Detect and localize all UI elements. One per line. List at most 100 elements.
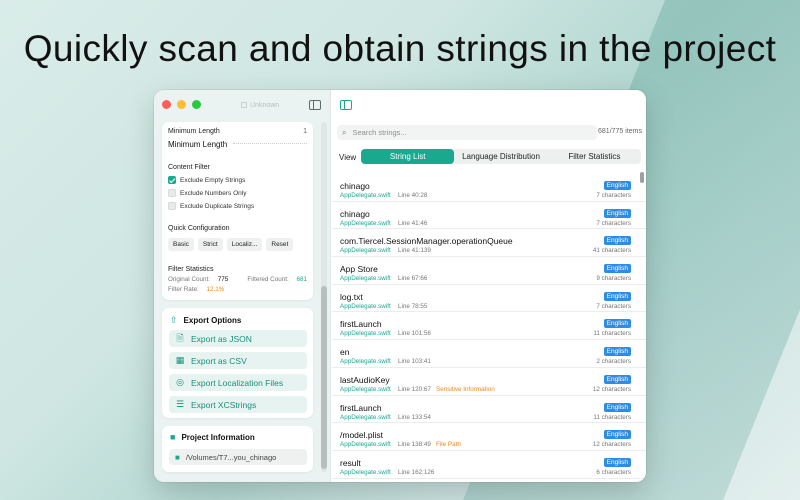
tab-language-distribution[interactable]: Language Distribution xyxy=(454,149,547,164)
export-json-button[interactable]: 🗎 Export as JSON xyxy=(169,330,307,347)
string-value: chinago xyxy=(340,208,370,219)
check-exclude-duplicates[interactable]: Exclude Duplicate Strings xyxy=(168,202,254,210)
main-panel: ⌕ Search strings... 681/775 items View S… xyxy=(332,90,646,482)
list-item[interactable]: firstLaunch AppDelegate.swift Line 133:54 E… xyxy=(332,396,646,424)
export-xcstrings-button[interactable]: ☰ Export XCStrings xyxy=(169,396,307,413)
char-count: 12 characters xyxy=(592,441,631,449)
string-value: App Store xyxy=(340,264,378,275)
window-controls xyxy=(162,100,201,109)
globe-icon: ◎ xyxy=(176,377,184,387)
app-window: Unknown Minimum Length 1 Minimum Length … xyxy=(154,90,646,482)
export-csv-button[interactable]: ▦ Export as CSV xyxy=(169,352,307,369)
project-path: /Volumes/T7...you_chinago xyxy=(185,452,277,462)
file-name: AppDelegate.swift xyxy=(340,275,391,283)
char-count: 2 characters xyxy=(596,358,631,366)
checkbox-unchecked-icon[interactable] xyxy=(168,202,176,210)
file-name: AppDelegate.swift xyxy=(340,413,391,421)
line-number: Line 41:46 xyxy=(398,219,428,227)
min-length-slider[interactable] xyxy=(233,143,307,146)
list-item[interactable]: chinago AppDelegate.swift Line 40:28 Englis… xyxy=(332,174,646,202)
search-input[interactable]: ⌕ Search strings... xyxy=(337,125,597,140)
project-card: ■ Project Information ■ /Volumes/T7...yo… xyxy=(162,426,313,472)
char-count: 7 characters xyxy=(596,302,631,310)
language-badge: English xyxy=(603,264,631,274)
export-share-icon: ⇧ xyxy=(170,315,178,325)
min-length-small-label: Minimum Length xyxy=(168,128,220,135)
search-placeholder: Search strings... xyxy=(352,128,407,137)
check-label: Exclude Numbers Only xyxy=(180,189,247,197)
file-name: AppDelegate.swift xyxy=(340,468,391,476)
line-number: Line 67:66 xyxy=(398,275,428,283)
sidebar-scroll-thumb[interactable] xyxy=(321,286,327,469)
quick-reset-button[interactable]: Reset xyxy=(266,238,294,251)
string-value: firstLaunch xyxy=(340,402,382,413)
line-number: Line 101:56 xyxy=(398,330,431,338)
export-localization-button[interactable]: ◎ Export Localization Files xyxy=(169,374,307,391)
list-item[interactable]: en AppDelegate.swift Line 103:41 English 2 c… xyxy=(332,340,646,368)
list-item[interactable]: log.txt AppDelegate.swift Line 78:55 Englis… xyxy=(332,285,646,313)
char-count: 9 characters xyxy=(596,275,631,283)
original-count-label: Original Count: xyxy=(168,276,210,283)
string-value: firstLaunch xyxy=(340,319,382,330)
list-item[interactable]: /model.plist AppDelegate.swift Line 138:49… xyxy=(332,423,646,451)
list-scroll-thumb[interactable] xyxy=(640,172,644,183)
list-item[interactable]: App Store AppDelegate.swift Line 67:66 Engl… xyxy=(332,257,646,285)
file-name: AppDelegate.swift xyxy=(340,385,391,393)
view-segmented-control[interactable]: String List Language Distribution Filter… xyxy=(361,149,641,164)
sidebar-toggle-icon[interactable] xyxy=(340,100,352,110)
line-number: Line 133:54 xyxy=(398,413,431,421)
ghost-unknown-label: Unknown xyxy=(250,102,280,109)
string-list: chinago AppDelegate.swift Line 40:28 Englis… xyxy=(332,174,646,479)
string-value: en xyxy=(340,347,350,358)
language-badge: English xyxy=(603,208,631,218)
file-name: AppDelegate.swift xyxy=(340,358,391,366)
string-tag: File Path xyxy=(436,441,461,449)
language-badge: English xyxy=(603,402,631,412)
folder-icon: ■ xyxy=(175,452,180,462)
line-number: Line 40:28 xyxy=(398,192,428,199)
checkbox-checked-icon[interactable] xyxy=(168,176,176,184)
filter-card: Minimum Length 1 Minimum Length Content … xyxy=(162,122,313,300)
view-label: View xyxy=(339,153,357,162)
min-length-label: Minimum Length xyxy=(168,140,228,149)
check-exclude-empty[interactable]: Exclude Empty Strings xyxy=(168,176,254,184)
language-badge: English xyxy=(603,319,631,329)
project-path-field[interactable]: ■ /Volumes/T7...you_chinago xyxy=(169,449,307,465)
list-item[interactable]: chinago AppDelegate.swift Line 41:46 Englis… xyxy=(332,202,646,230)
sidebar: Unknown Minimum Length 1 Minimum Length … xyxy=(154,90,331,482)
zoom-button[interactable] xyxy=(192,100,201,109)
language-badge: English xyxy=(603,181,631,190)
close-button[interactable] xyxy=(162,100,171,109)
ghost-unknown-option: Unknown xyxy=(241,102,279,109)
tab-string-list[interactable]: String List xyxy=(361,149,455,164)
line-number: Line 78:55 xyxy=(398,302,428,310)
export-csv-label: Export as CSV xyxy=(191,355,247,366)
min-length-value: 1 xyxy=(303,128,307,135)
quick-localize-button[interactable]: Localiz... xyxy=(226,238,263,251)
check-label: Exclude Duplicate Strings xyxy=(180,202,255,210)
export-card: ⇧ Export Options 🗎 Export as JSON ▦ Expo… xyxy=(162,308,313,418)
list-item[interactable]: lastAudioKey AppDelegate.swift Line 120:67… xyxy=(332,368,646,396)
string-value: com.Tiercel.SessionManager.operationQueu… xyxy=(340,236,513,247)
string-value: /model.plist xyxy=(340,430,383,441)
list-item[interactable]: firstLaunch AppDelegate.swift Line 101:56 E… xyxy=(332,312,646,341)
sidebar-toggle-icon[interactable] xyxy=(309,100,321,110)
language-badge: English xyxy=(603,430,631,440)
filter-stats-title: Filter Statistics xyxy=(168,266,214,273)
check-exclude-numbers[interactable]: Exclude Numbers Only xyxy=(168,189,254,197)
minimize-button[interactable] xyxy=(177,100,186,109)
filtered-count-value: 681 xyxy=(296,276,307,283)
quick-strict-button[interactable]: Strict xyxy=(197,238,223,251)
list-item[interactable]: result AppDelegate.swift Line 162:126 Engli… xyxy=(332,451,646,479)
char-count: 11 characters xyxy=(593,330,631,338)
file-name: AppDelegate.swift xyxy=(340,302,391,310)
tab-filter-statistics[interactable]: Filter Statistics xyxy=(548,149,641,164)
char-count: 7 characters xyxy=(596,192,631,199)
quick-basic-button[interactable]: Basic xyxy=(168,238,194,251)
char-count: 6 characters xyxy=(596,468,631,476)
checkbox-unchecked-icon[interactable] xyxy=(168,189,176,197)
file-name: AppDelegate.swift xyxy=(340,192,391,199)
file-name: AppDelegate.swift xyxy=(340,247,391,255)
list-item[interactable]: com.Tiercel.SessionManager.operationQueu… xyxy=(332,229,646,258)
language-badge: English xyxy=(603,374,631,384)
